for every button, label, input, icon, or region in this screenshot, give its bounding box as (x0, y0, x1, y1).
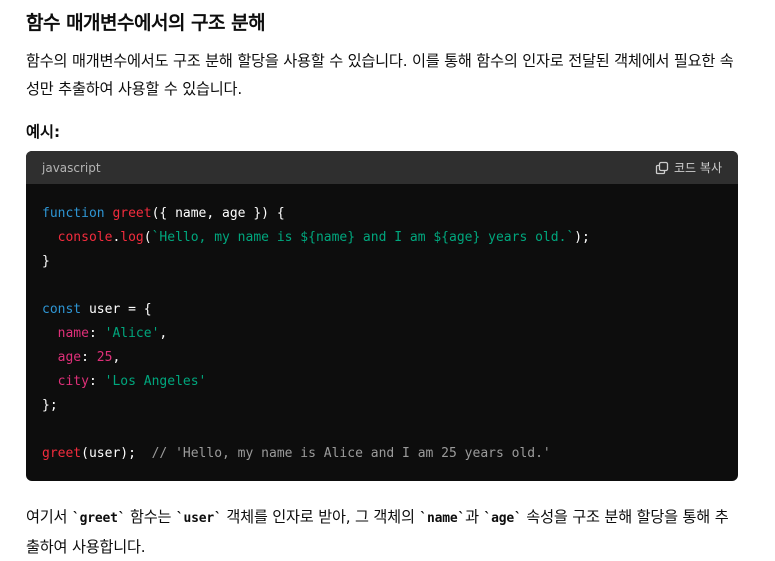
code-token: : (88, 326, 105, 341)
code-line: console.log(`Hello, my name is ${name} a… (42, 226, 722, 250)
code-token: `Hello, my name is ${name} and I am ${ag… (151, 230, 575, 245)
code-line: city: 'Los Angeles' (42, 370, 722, 394)
code-token: }; (42, 398, 58, 413)
copy-code-button[interactable]: 코드 복사 (655, 159, 722, 176)
code-token: , (112, 350, 121, 365)
chat-response: 함수 매개변수에서의 구조 분해 함수의 매개변수에서도 구조 분해 할당을 사… (0, 0, 775, 558)
code-token: greet (42, 446, 82, 461)
code-token: : (88, 374, 105, 389)
code-line: const user = { (42, 298, 722, 322)
code-line: greet(user); // 'Hello, my name is Alice… (42, 442, 722, 466)
inline-code-user: `user` (175, 511, 222, 526)
code-token: name (57, 326, 89, 341)
code-line: name: 'Alice', (42, 322, 722, 346)
code-token: ({ name, age }) { (151, 206, 285, 221)
code-token: user = { (81, 302, 152, 317)
code-line: }; (42, 394, 722, 418)
code-token: 'Alice' (104, 326, 160, 341)
code-block-header: javascript 코드 복사 (26, 151, 738, 184)
code-token: city (57, 374, 89, 389)
inline-code-age: `age` (483, 511, 522, 526)
explanation-paragraph: 여기서 `greet` 함수는 `user` 객체를 인자로 받아, 그 객체의… (26, 503, 738, 561)
code-content: function greet({ name, age }) { console.… (26, 184, 738, 466)
code-line: function greet({ name, age }) { (42, 202, 722, 226)
code-token: 'Los Angeles' (104, 374, 207, 389)
code-token: const (42, 302, 82, 317)
code-token: (user); (81, 446, 152, 461)
code-block: javascript 코드 복사 function greet({ name, … (26, 151, 738, 481)
intro-paragraph: 함수의 매개변수에서도 구조 분해 할당을 사용할 수 있습니다. 이를 통해 … (26, 52, 734, 98)
section-heading: 함수 매개변수에서의 구조 분해 (26, 12, 266, 34)
code-token: : (81, 350, 97, 365)
example-label: 예시: (26, 123, 61, 141)
explanation-text: 여기서 (26, 508, 72, 526)
code-token: ); (574, 230, 590, 245)
code-token: log (120, 230, 144, 245)
code-language-label: javascript (42, 160, 101, 175)
inline-code-greet: `greet` (71, 511, 126, 526)
explanation-text: 객체를 인자로 받아, 그 객체의 (221, 508, 420, 526)
code-token: , (159, 326, 168, 341)
copy-code-label: 코드 복사 (674, 161, 722, 175)
code-token: } (42, 254, 50, 269)
code-token: function (42, 206, 105, 221)
code-token: age (57, 350, 82, 365)
explanation-text: 과 (465, 508, 484, 526)
code-token: 25 (96, 350, 113, 365)
code-token: greet (112, 206, 152, 221)
explanation-text: 함수는 (125, 508, 176, 526)
inline-code-name: `name` (419, 511, 466, 526)
code-line: age: 25, (42, 346, 722, 370)
copy-icon (655, 161, 669, 175)
code-token: // 'Hello, my name is Alice and I am 25 … (151, 446, 551, 461)
code-token: console (57, 230, 113, 245)
code-line: } (42, 250, 722, 274)
code-token: ( (143, 230, 152, 245)
